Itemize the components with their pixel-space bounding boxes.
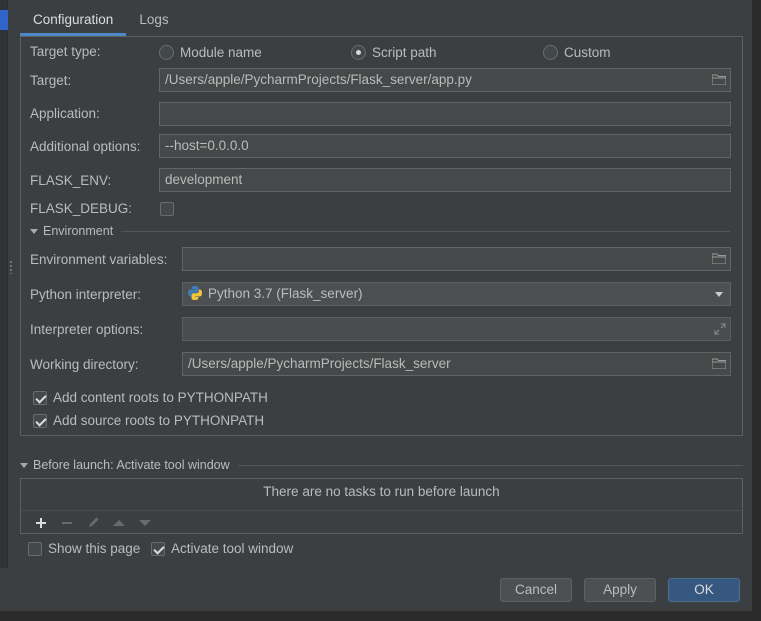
tab-configuration[interactable]: Configuration (20, 0, 127, 36)
add-source-roots-label: Add source roots to PYTHONPATH (53, 413, 265, 428)
working-directory-field[interactable]: /Users/apple/PycharmProjects/Flask_serve… (182, 352, 731, 376)
flask-debug-label: FLASK_DEBUG: (30, 201, 133, 216)
python-interpreter-label: Python interpreter: (30, 287, 142, 302)
target-label: Target: (30, 73, 72, 88)
empty-tasks-message: There are no tasks to run before launch (263, 484, 500, 499)
move-down-button[interactable] (132, 513, 158, 533)
radio-module-name-circle[interactable] (159, 44, 174, 60)
python-interpreter-select[interactable]: Python 3.7 (Flask_server) (182, 282, 731, 306)
remove-icon (62, 521, 72, 524)
tab-logs[interactable]: Logs (126, 0, 181, 36)
configuration-panel: Target type: Module name Script path Cus… (20, 36, 743, 436)
working-directory-label: Working directory: (30, 357, 139, 372)
chevron-down-icon (715, 292, 723, 297)
collapse-triangle-icon (30, 228, 38, 234)
radio-script-path-circle[interactable] (351, 44, 366, 60)
radio-module-name[interactable]: Module name (159, 43, 262, 61)
before-launch-title: Before launch: Activate tool window (33, 458, 230, 472)
python-icon (188, 286, 202, 300)
apply-button[interactable]: Apply (584, 578, 656, 602)
remove-task-button[interactable] (54, 513, 80, 533)
flask-debug-checkbox[interactable] (160, 202, 174, 216)
radio-module-name-label: Module name (180, 44, 262, 60)
show-this-page-label: Show this page (48, 541, 141, 556)
radio-script-path[interactable]: Script path (351, 43, 437, 61)
ok-button[interactable]: OK (668, 578, 740, 602)
radio-custom[interactable]: Custom (543, 43, 611, 61)
radio-custom-circle[interactable] (543, 44, 558, 60)
selected-config-indicator[interactable] (0, 10, 8, 30)
tab-bar: Configuration Logs (20, 0, 182, 36)
move-up-icon (113, 519, 125, 526)
env-vars-field[interactable] (182, 247, 731, 271)
environment-section-title: Environment (43, 224, 114, 238)
cancel-button[interactable]: Cancel (500, 578, 572, 602)
python-interpreter-value: Python 3.7 (Flask_server) (208, 286, 363, 301)
interpreter-options-label: Interpreter options: (30, 322, 144, 337)
activate-tool-window-checkbox[interactable] (151, 541, 165, 556)
splitter-grip[interactable] (9, 260, 13, 274)
folder-icon[interactable] (712, 358, 726, 369)
activate-tool-window-option[interactable]: Activate tool window (151, 541, 293, 556)
radio-custom-label: Custom (564, 44, 611, 60)
edit-task-button[interactable] (80, 513, 106, 533)
folder-icon[interactable] (712, 253, 726, 264)
before-launch-section-toggle[interactable]: Before launch: Activate tool window (20, 458, 743, 472)
add-content-roots-label: Add content roots to PYTHONPATH (53, 390, 268, 405)
radio-script-path-label: Script path (372, 44, 437, 60)
target-field[interactable]: /Users/apple/PycharmProjects/Flask_serve… (159, 68, 731, 92)
edit-icon (88, 517, 98, 527)
expand-icon[interactable] (714, 323, 726, 335)
section-divider (237, 464, 743, 466)
section-divider (121, 230, 730, 232)
before-launch-task-list: There are no tasks to run before launch (20, 478, 743, 534)
add-content-roots-option[interactable]: Add content roots to PYTHONPATH (33, 390, 268, 405)
add-content-roots-checkbox[interactable] (33, 390, 47, 405)
environment-section-toggle[interactable]: Environment (30, 224, 730, 238)
target-field-value: /Users/apple/PycharmProjects/Flask_serve… (165, 72, 472, 87)
task-toolbar (21, 510, 742, 534)
working-directory-value: /Users/apple/PycharmProjects/Flask_serve… (188, 356, 451, 371)
interpreter-options-field[interactable] (182, 317, 731, 341)
show-this-page-checkbox[interactable] (28, 541, 42, 556)
flask-env-label: FLASK_ENV: (30, 173, 112, 188)
application-field[interactable] (159, 102, 731, 126)
additional-options-value: --host=0.0.0.0 (165, 138, 249, 153)
add-icon (36, 517, 46, 528)
add-source-roots-checkbox[interactable] (33, 413, 47, 428)
move-up-button[interactable] (106, 513, 132, 533)
flask-env-field[interactable]: development (159, 168, 731, 192)
add-task-button[interactable] (28, 513, 54, 533)
target-type-label: Target type: (30, 44, 101, 59)
env-vars-label: Environment variables: (30, 252, 168, 267)
flask-env-value: development (165, 172, 243, 187)
application-label: Application: (30, 106, 100, 121)
folder-icon[interactable] (712, 74, 726, 85)
show-this-page-option[interactable]: Show this page (28, 541, 140, 556)
additional-options-field[interactable]: --host=0.0.0.0 (159, 134, 731, 158)
collapse-triangle-icon (20, 462, 28, 468)
move-down-icon (139, 519, 151, 526)
additional-options-label: Additional options: (30, 139, 141, 154)
left-sidebar-strip (0, 0, 8, 568)
window-edge-right (752, 0, 761, 611)
window-edge-bottom (0, 611, 761, 621)
add-source-roots-option[interactable]: Add source roots to PYTHONPATH (33, 413, 264, 428)
activate-tool-window-label: Activate tool window (171, 541, 294, 556)
